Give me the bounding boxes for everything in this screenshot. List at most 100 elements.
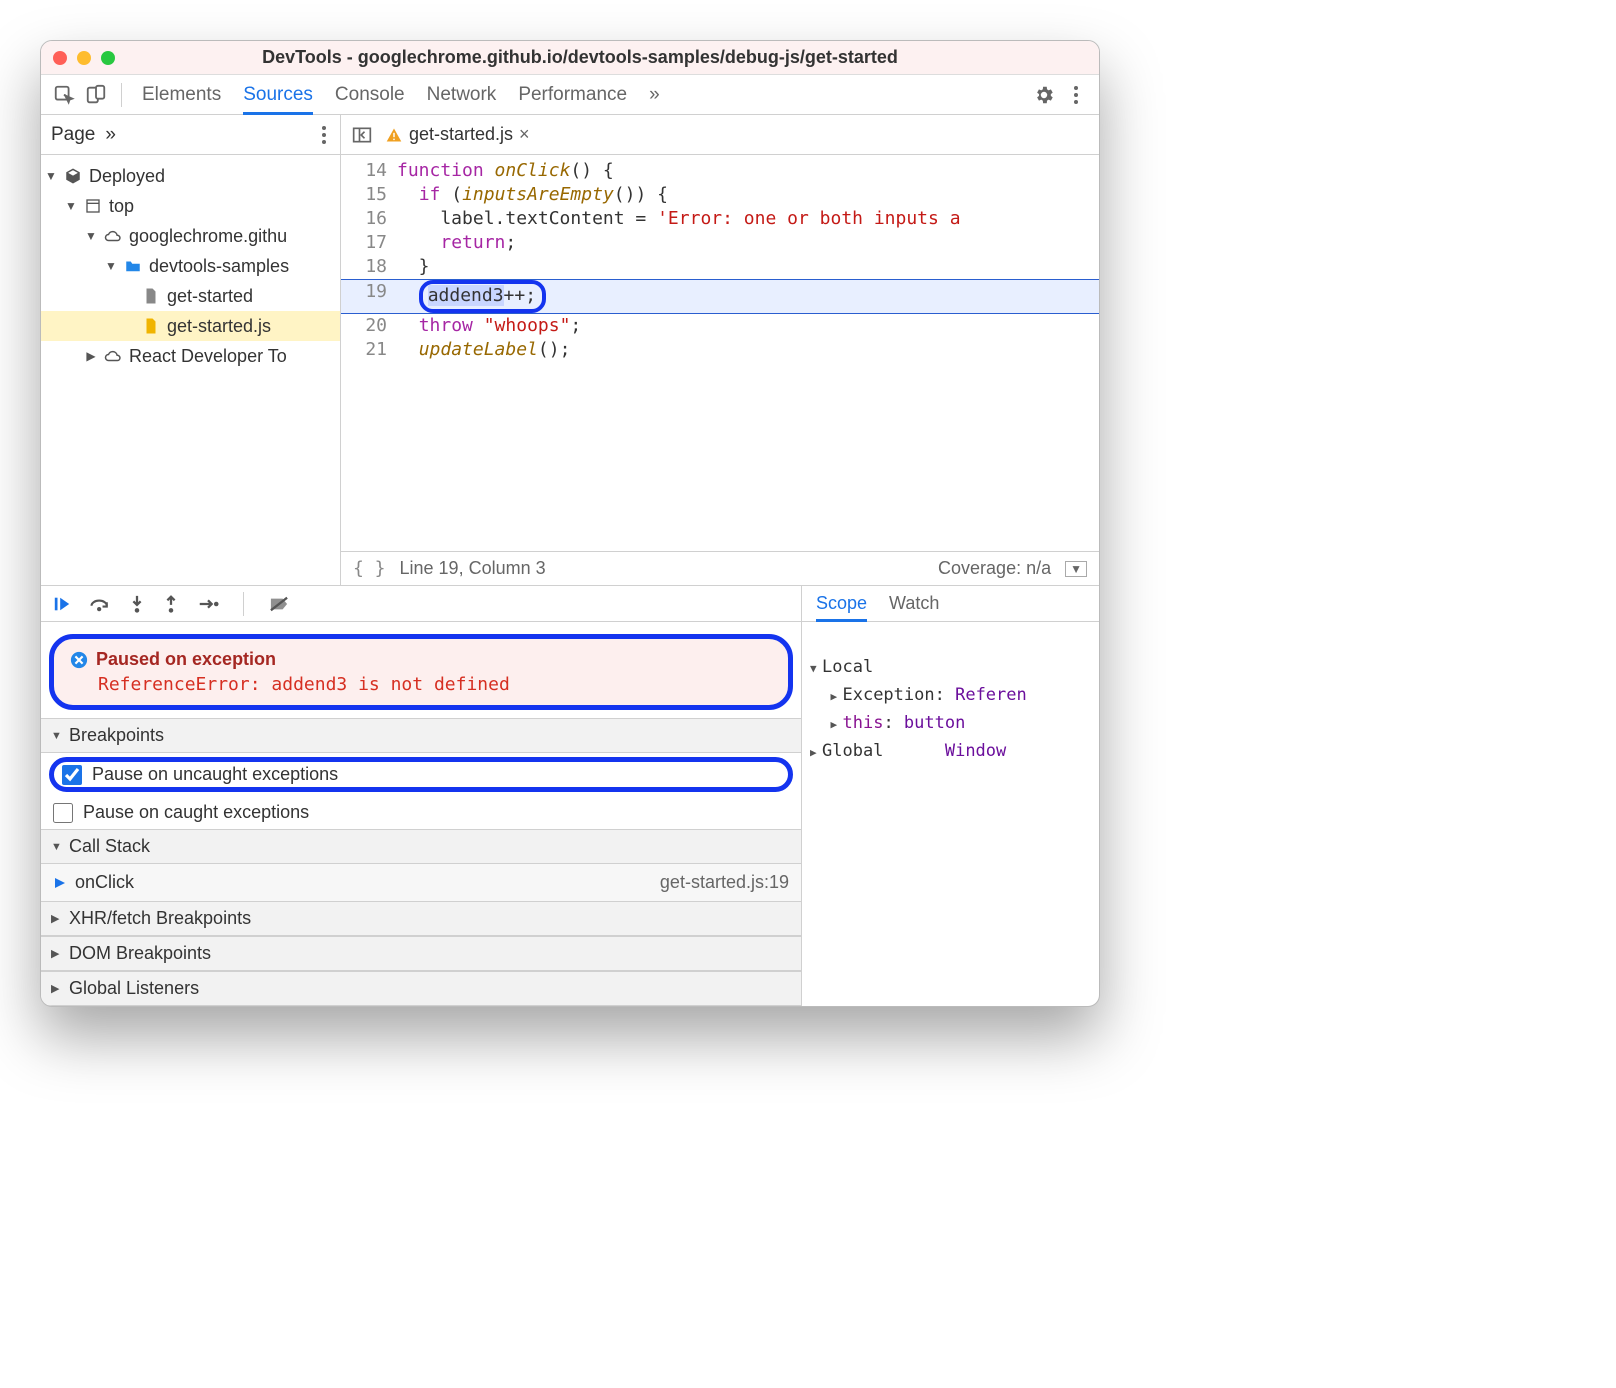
sidebar-more-icon[interactable] xyxy=(318,122,330,148)
sidebar-overflow[interactable]: » xyxy=(105,124,116,146)
resume-icon[interactable] xyxy=(53,595,71,613)
tree-origin[interactable]: ▼googlechrome.githu xyxy=(41,221,340,251)
tree-label: get-started xyxy=(167,281,253,311)
section-label: Global Listeners xyxy=(69,978,199,999)
cloud-icon xyxy=(103,349,123,363)
frame-location: get-started.js:19 xyxy=(660,872,789,893)
dom-breakpoints-header[interactable]: ▶DOM Breakpoints xyxy=(41,936,801,971)
tree-folder[interactable]: ▼devtools-samples xyxy=(41,251,340,281)
debug-toolbar xyxy=(41,586,801,622)
debug-left: Paused on exception ReferenceError: adde… xyxy=(41,586,801,1006)
warning-icon xyxy=(385,127,403,143)
editor-statusbar: { } Line 19, Column 3 Coverage: n/a ▼ xyxy=(341,551,1099,585)
tabs-overflow[interactable]: » xyxy=(649,84,660,106)
scope-this-key: this xyxy=(842,713,883,733)
callstack-header[interactable]: ▼Call Stack xyxy=(41,829,801,864)
section-label: XHR/fetch Breakpoints xyxy=(69,908,251,929)
tab-watch[interactable]: Watch xyxy=(889,593,939,614)
tree-label: Deployed xyxy=(89,161,165,191)
tab-elements[interactable]: Elements xyxy=(142,84,221,106)
pause-uncaught-row: Pause on uncaught exceptions xyxy=(49,757,793,792)
file-tab-label: get-started.js xyxy=(409,124,513,145)
jsfile-icon xyxy=(141,317,161,335)
close-tab-icon[interactable]: × xyxy=(519,124,530,145)
inspect-icon[interactable] xyxy=(51,82,77,108)
tab-network[interactable]: Network xyxy=(427,84,497,106)
panel-tabs: Elements Sources Console Network Perform… xyxy=(142,84,660,106)
scope-exception-key: Exception xyxy=(842,685,934,705)
device-toggle-icon[interactable] xyxy=(83,82,109,108)
tree-react-devtools[interactable]: ▶React Developer To xyxy=(41,341,340,371)
tree-label: get-started.js xyxy=(167,311,271,341)
section-label: DOM Breakpoints xyxy=(69,943,211,964)
sidebar-panel-name[interactable]: Page xyxy=(51,124,95,146)
scope-exception-val: Referen xyxy=(955,685,1027,705)
sidebar-header: Page » xyxy=(41,115,340,155)
paused-title-text: Paused on exception xyxy=(96,649,276,670)
tree-label: googlechrome.githu xyxy=(129,221,287,251)
frame-icon xyxy=(83,198,103,214)
more-icon[interactable] xyxy=(1063,82,1089,108)
sidebar: Page » ▼Deployed ▼top ▼googlechrome.gith… xyxy=(41,115,341,585)
current-frame-icon xyxy=(53,876,67,890)
section-label: Breakpoints xyxy=(69,725,164,746)
xhr-breakpoints-header[interactable]: ▶XHR/fetch Breakpoints xyxy=(41,901,801,936)
close-window-button[interactable] xyxy=(53,51,67,65)
tree-top[interactable]: ▼top xyxy=(41,191,340,221)
tree-deployed[interactable]: ▼Deployed xyxy=(41,161,340,191)
tree-label: devtools-samples xyxy=(149,251,289,281)
main-tabstrip: Elements Sources Console Network Perform… xyxy=(41,75,1099,115)
step-over-icon[interactable] xyxy=(89,595,111,613)
scope-global-val: Window xyxy=(945,741,1006,761)
tab-performance[interactable]: Performance xyxy=(518,84,627,106)
global-listeners-header[interactable]: ▶Global Listeners xyxy=(41,971,801,1006)
error-icon xyxy=(70,651,88,669)
separator xyxy=(121,83,122,107)
pause-caught-checkbox[interactable]: Pause on caught exceptions xyxy=(41,796,801,829)
window-title: DevTools - googlechrome.github.io/devtoo… xyxy=(73,47,1087,68)
file-tab[interactable]: get-started.js × xyxy=(385,124,530,145)
separator xyxy=(243,592,244,616)
step-into-icon[interactable] xyxy=(129,594,145,614)
file-tree: ▼Deployed ▼top ▼googlechrome.githu ▼devt… xyxy=(41,155,340,377)
callstack-frame[interactable]: onClick get-started.js:19 xyxy=(41,864,801,901)
scope-local: Local xyxy=(822,657,873,677)
tab-console[interactable]: Console xyxy=(335,84,405,106)
tree-file-html[interactable]: get-started xyxy=(41,281,340,311)
tree-label: top xyxy=(109,191,134,221)
step-icon[interactable] xyxy=(197,596,219,612)
scope-global-key: Global xyxy=(822,741,883,761)
checkbox-input[interactable] xyxy=(53,803,73,823)
scope-tabs: Scope Watch xyxy=(802,586,1099,622)
tab-sources[interactable]: Sources xyxy=(243,84,313,115)
breakpoints-header[interactable]: ▼Breakpoints xyxy=(41,718,801,753)
editor-pane: get-started.js × 14function onClick() {1… xyxy=(341,115,1099,585)
checkbox-label: Pause on uncaught exceptions xyxy=(92,764,338,785)
folder-icon xyxy=(123,259,143,273)
file-icon xyxy=(141,287,161,305)
devtools-window: DevTools - googlechrome.github.io/devtoo… xyxy=(40,40,1100,1007)
titlebar: DevTools - googlechrome.github.io/devtoo… xyxy=(41,41,1099,75)
scope-pane: Scope Watch ▼Local ▶Exception: Referen ▶… xyxy=(801,586,1099,1006)
checkbox-input[interactable] xyxy=(62,765,82,785)
settings-icon[interactable] xyxy=(1031,82,1057,108)
frame-function: onClick xyxy=(75,872,134,893)
toggle-navigator-icon[interactable] xyxy=(349,122,375,148)
paused-message: ReferenceError: addend3 is not defined xyxy=(98,674,772,695)
tree-file-js[interactable]: get-started.js xyxy=(41,311,340,341)
tab-scope[interactable]: Scope xyxy=(816,593,867,622)
scope-tree[interactable]: ▼Local ▶Exception: Referen ▶this: button… xyxy=(802,622,1099,798)
pretty-print-icon[interactable]: { } xyxy=(353,558,386,579)
deactivate-breakpoints-icon[interactable] xyxy=(268,595,290,613)
coverage-dropdown-icon[interactable]: ▼ xyxy=(1065,561,1087,577)
cloud-icon xyxy=(103,229,123,243)
content-area: Page » ▼Deployed ▼top ▼googlechrome.gith… xyxy=(41,115,1099,585)
pause-uncaught-checkbox[interactable]: Pause on uncaught exceptions xyxy=(62,764,780,785)
cube-icon xyxy=(63,167,83,185)
paused-banner: Paused on exception ReferenceError: adde… xyxy=(49,634,793,710)
scope-this-val: button xyxy=(904,713,965,733)
step-out-icon[interactable] xyxy=(163,594,179,614)
code-area[interactable]: 14function onClick() {15 if (inputsAreEm… xyxy=(341,155,1099,551)
editor-tabs: get-started.js × xyxy=(341,115,1099,155)
tree-label: React Developer To xyxy=(129,341,287,371)
